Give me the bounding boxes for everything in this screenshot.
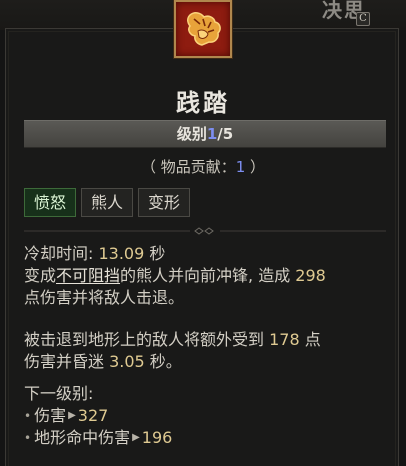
- item-contribution: （ 物品贡献：1 ）: [0, 156, 406, 177]
- keybind-badge: C: [356, 12, 370, 26]
- effect-text-b: 的熊人并向前冲锋, 造成: [120, 266, 296, 285]
- terrain-damage: 178: [269, 330, 300, 349]
- stat-label: 地形命中伤害: [34, 428, 131, 447]
- arrow-icon: ▶: [132, 432, 140, 443]
- rank-current: 1: [206, 125, 218, 143]
- skill-tags: 愤怒 熊人 变形: [24, 188, 191, 217]
- contribution-suffix: ）: [245, 158, 266, 176]
- terrain-text-a: 被击退到地形上的敌人将额外受到: [24, 330, 270, 349]
- stun-text-b: 秒。: [144, 352, 182, 371]
- terrain-line: 被击退到地形上的敌人将额外受到 178 点: [24, 329, 394, 351]
- base-damage: 298: [295, 266, 326, 285]
- stat-value: 196: [141, 428, 173, 447]
- cooldown-unit: 秒: [144, 244, 166, 263]
- next-rank-label: 下一级别:: [24, 384, 94, 403]
- rank-label: 级别: [176, 125, 207, 143]
- bear-claw-icon: [187, 12, 221, 46]
- skill-icon-frame: [174, 0, 232, 58]
- bullet-icon: •: [24, 431, 32, 445]
- effect-line: 变成不可阻挡的熊人并向前冲锋, 造成 298: [24, 265, 394, 287]
- stat-label: 伤害: [34, 406, 67, 425]
- rank-max: /5: [217, 125, 234, 143]
- skill-title: 践踏: [176, 89, 230, 117]
- next-rank-stat: • 地形命中伤害 ▶ 196: [24, 427, 394, 449]
- cooldown-line: 冷却时间: 13.09 秒: [24, 243, 394, 265]
- section-divider: [24, 227, 386, 235]
- terrain-text-b: 点: [299, 330, 321, 349]
- bullet-icon: •: [24, 409, 32, 423]
- stun-duration: 3.05: [109, 352, 145, 371]
- cooldown-label: 冷却时间:: [24, 244, 99, 263]
- unstoppable-keyword[interactable]: 不可阻挡: [56, 266, 120, 285]
- effect-text-a: 变成: [24, 266, 57, 285]
- stun-line: 伤害并昏迷 3.05 秒。: [24, 351, 394, 373]
- rank-bar: 级别1/5: [24, 120, 386, 148]
- next-rank-stat: • 伤害 ▶ 327: [24, 405, 394, 427]
- stun-text-a: 伤害并昏迷: [24, 352, 110, 371]
- contribution-prefix: （ 物品贡献：: [140, 158, 236, 176]
- cooldown-value: 13.09: [98, 244, 145, 263]
- effect-line-2: 点伤害并将敌人击退。: [24, 288, 185, 307]
- tag-werebear: 熊人: [81, 188, 134, 217]
- contribution-value: 1: [235, 158, 246, 176]
- arrow-icon: ▶: [68, 410, 76, 421]
- tag-shapeshifting: 变形: [138, 188, 191, 217]
- skill-description: 冷却时间: 13.09 秒 变成不可阻挡的熊人并向前冲锋, 造成 298 点伤害…: [24, 243, 394, 449]
- tag-fury: 愤怒: [24, 188, 77, 217]
- stat-value: 327: [77, 406, 109, 425]
